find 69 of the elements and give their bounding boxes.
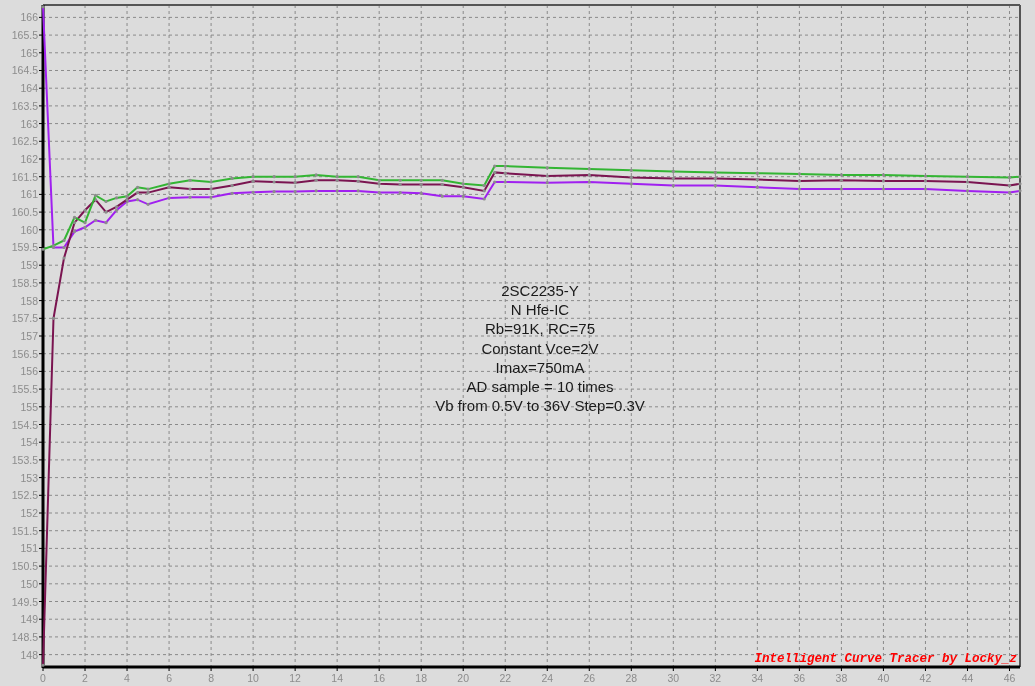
axis-tick-label: 8	[208, 672, 214, 684]
axis-tick-label: 155	[20, 400, 38, 413]
axis-tick-label: 159	[20, 259, 38, 272]
axis-tick-label: 149	[20, 613, 38, 626]
axis-tick-label: 42	[919, 672, 932, 684]
axis-tick-label: 10	[247, 672, 259, 684]
axis-tick-label: 20	[457, 672, 470, 684]
axis-tick-label: 44	[961, 672, 974, 684]
axis-tick-label: 12	[289, 672, 301, 684]
axis-tick-label: 155.5	[11, 383, 38, 396]
axis-tick-label: 165	[20, 46, 38, 59]
axis-tick-label: 38	[835, 672, 848, 684]
axis-tick-label: 151	[20, 542, 38, 555]
axis-tick-label: 16	[373, 672, 385, 684]
annotation-text: Imax=750mA	[495, 358, 585, 376]
axis-tick-label: 156.5	[11, 347, 38, 360]
axis-tick-label: 161.5	[11, 170, 38, 183]
axis-tick-label: 164.5	[11, 64, 38, 77]
axis-tick-label: 28	[625, 672, 638, 684]
annotation-text: AD sample = 10 times	[466, 378, 614, 395]
signature-text: Intelligent Curve Tracer by Locky_z	[754, 652, 1017, 666]
axis-tick-label: 46	[1003, 672, 1016, 684]
axis-tick-label: 24	[541, 672, 554, 684]
axis-tick-label: 158	[20, 294, 38, 307]
axis-tick-label: 40	[877, 672, 890, 684]
axis-tick-label: 162	[20, 153, 38, 165]
axis-tick-label: 6	[166, 672, 172, 684]
axis-tick-label: 4	[124, 672, 130, 684]
axis-tick-label: 154.5	[11, 418, 38, 431]
axis-tick-label: 154	[20, 436, 38, 449]
axis-tick-label: 36	[793, 672, 806, 684]
axis-tick-label: 150	[20, 577, 38, 590]
axis-tick-label: 0	[40, 672, 46, 684]
axis-tick-label: 166	[20, 11, 38, 24]
annotation-text: Rb=91K, RC=75	[484, 320, 596, 338]
axis-tick-label: 22	[499, 672, 512, 684]
axis-tick-label: 156	[20, 365, 38, 378]
axis-tick-label: 26	[583, 672, 596, 684]
annotation-text: N Hfe-IC	[510, 301, 570, 319]
axis-tick-label: 164	[20, 82, 38, 95]
axis-tick-label: 152.5	[11, 489, 38, 502]
annotation-text: 2SC2235-Y	[501, 282, 579, 299]
axis-tick-label: 148.5	[11, 630, 38, 643]
axis-tick-label: 153	[20, 471, 38, 484]
annotation-text: Constant Vce=2V	[481, 339, 599, 357]
axis-tick-label: 2	[82, 672, 88, 684]
axis-tick-label: 161	[20, 188, 38, 201]
axis-tick-label: 157	[20, 330, 38, 342]
annotation-text: Vb from 0.5V to 36V Step=0.3V	[435, 397, 645, 415]
axis-tick-label: 149.5	[11, 595, 38, 608]
axis-tick-label: 153.5	[11, 453, 38, 466]
axis-tick-label: 148	[20, 648, 38, 661]
axis-tick-label: 151.5	[11, 524, 38, 537]
axis-tick-label: 34	[751, 672, 764, 684]
axis-tick-label: 30	[667, 672, 680, 684]
axis-tick-label: 32	[709, 672, 722, 684]
axis-tick-label: 158.5	[11, 276, 38, 289]
axis-tick-label: 163	[20, 117, 38, 130]
axis-tick-label: 150.5	[11, 560, 38, 573]
axis-tick-label: 163.5	[11, 99, 38, 112]
axis-tick-label: 160	[20, 223, 38, 236]
axis-tick-label: 14	[331, 672, 343, 684]
axis-tick-label: 152	[20, 507, 38, 519]
axis-tick-label: 165.5	[11, 29, 38, 42]
axis-tick-label: 159.5	[11, 241, 38, 254]
axis-tick-label: 18	[415, 672, 428, 684]
axis-tick-label: 160.5	[11, 206, 38, 219]
axis-tick-label: 162.5	[11, 135, 38, 148]
axis-tick-label: 157.5	[11, 312, 38, 325]
